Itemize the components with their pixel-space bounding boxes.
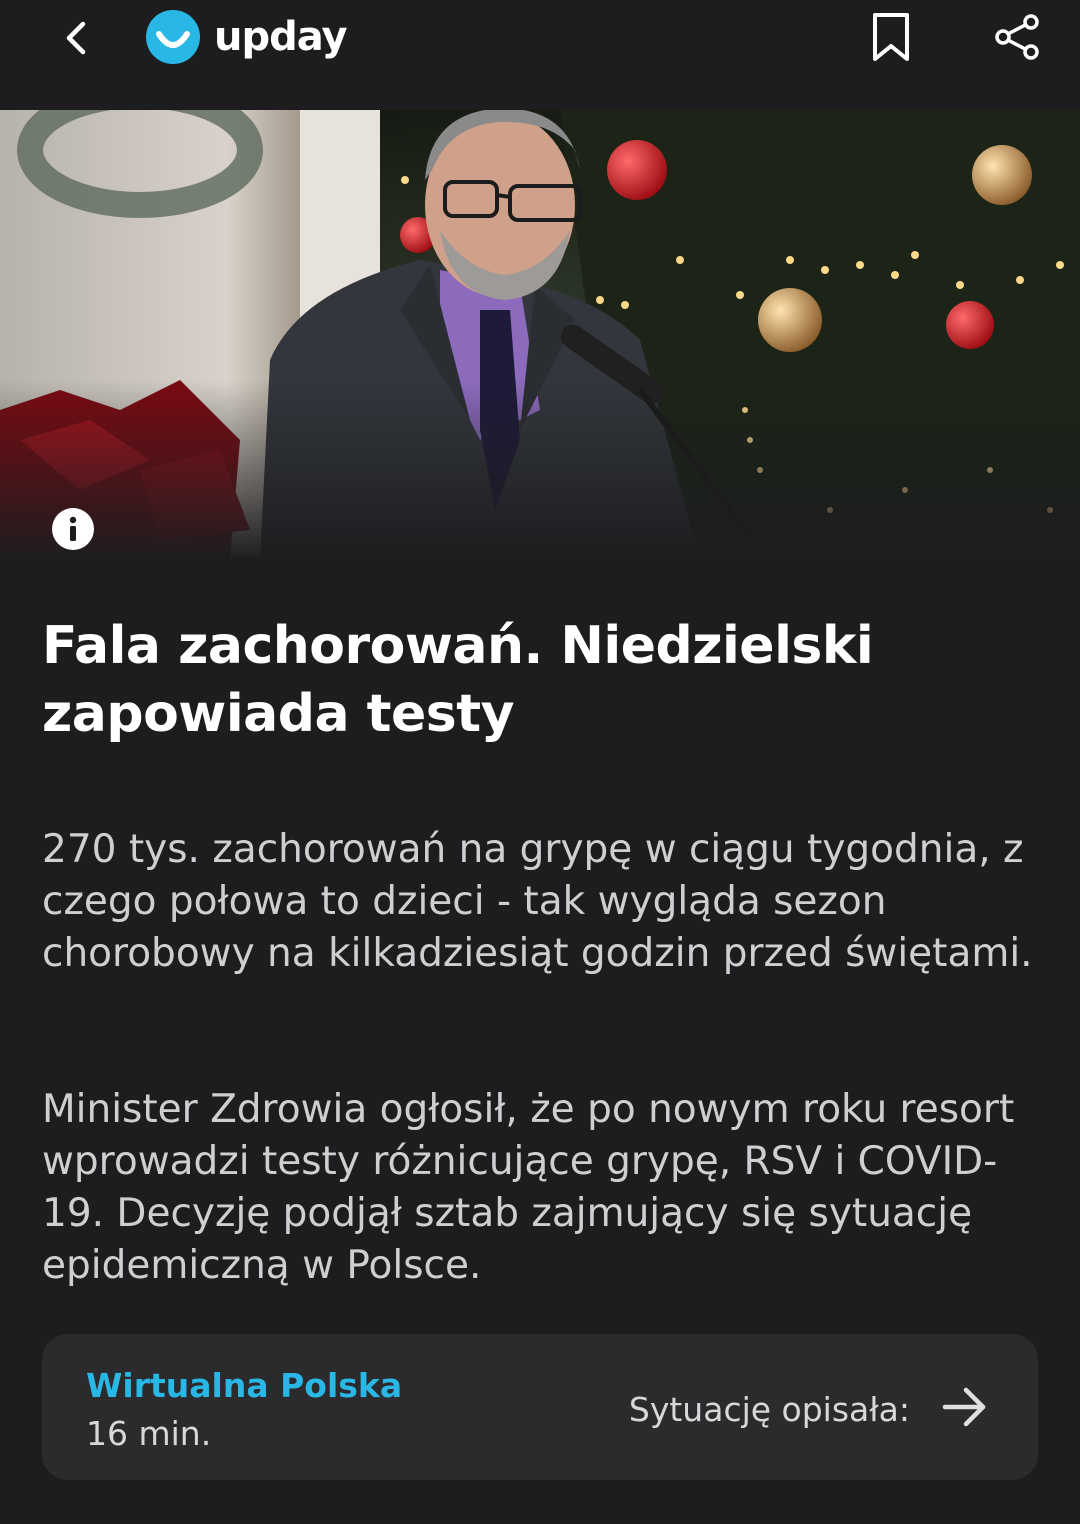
source-name: Wirtualna Polska xyxy=(86,1366,403,1405)
chevron-left-icon xyxy=(66,21,86,55)
bookmark-button[interactable] xyxy=(866,10,916,64)
back-button[interactable] xyxy=(52,14,100,62)
open-source-button[interactable] xyxy=(940,1384,990,1430)
upday-logo-icon xyxy=(146,10,200,64)
app-name: upday xyxy=(214,14,348,60)
article-hero-image xyxy=(0,110,1080,560)
article-paragraph-2: Minister Zdrowia ogłosił, że po nowym ro… xyxy=(42,1087,1015,1288)
article-paragraph-1: 270 tys. zachorowań na grypę w ciągu tyg… xyxy=(42,827,1033,976)
share-button[interactable] xyxy=(990,12,1044,62)
info-icon xyxy=(69,516,77,541)
share-icon xyxy=(995,14,1039,60)
source-description: Sytuację opisała: xyxy=(628,1390,910,1429)
top-app-bar: upday xyxy=(0,0,1080,110)
article-headline: Fala zachorowań. Niedzielski zapowiada t… xyxy=(42,616,874,744)
source-time: 16 min. xyxy=(86,1414,212,1453)
arrow-right-icon xyxy=(942,1387,986,1427)
source-card[interactable]: Wirtualna Polska 16 min. Sytuację opisał… xyxy=(42,1334,1038,1480)
app-logo: upday xyxy=(146,10,348,64)
image-info-button[interactable] xyxy=(52,508,94,550)
bookmark-icon xyxy=(873,13,909,61)
